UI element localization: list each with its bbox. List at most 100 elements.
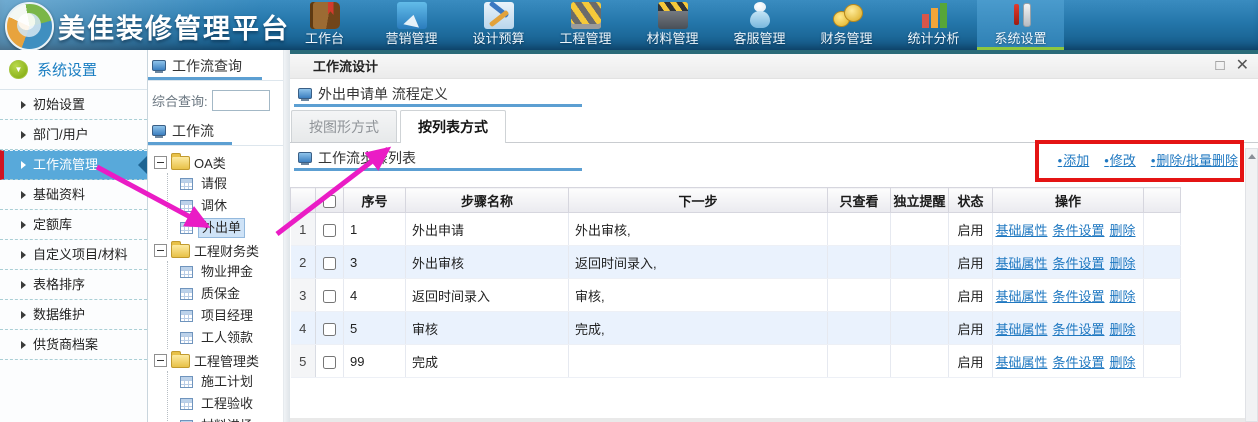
basic-attrs-link[interactable]: 基础属性 [995, 289, 1047, 304]
app-window: 美佳装修管理平台 工作台营销管理设计预算工程管理材料管理客服管理财务管理统计分析… [0, 0, 1258, 422]
tree-item[interactable]: 调休 [168, 195, 283, 217]
edit-link[interactable]: •修改 [1104, 153, 1136, 168]
sidebar-item-label: 自定义项目/材料 [33, 240, 128, 270]
bullet-icon: • [1104, 153, 1109, 168]
tree-item[interactable]: 材料进场 [168, 415, 283, 422]
select-all-checkbox[interactable] [323, 195, 336, 208]
condition-settings-link[interactable]: 条件设置 [1052, 322, 1104, 337]
nav-item-engineering[interactable]: 工程管理 [542, 0, 629, 50]
search-input[interactable] [212, 90, 270, 111]
tree-item[interactable]: 质保金 [168, 283, 283, 305]
triangle-right-icon [21, 101, 26, 109]
add-link[interactable]: •添加 [1058, 153, 1090, 168]
column-header: 操作 [993, 188, 1144, 213]
table-row: 599完成启用基础属性条件设置删除 [291, 345, 1181, 378]
sidebar-item[interactable]: 初始设置 [0, 90, 147, 120]
tree-group[interactable]: 工程财务类 [154, 239, 283, 261]
tree-item[interactable]: 工人领款 [168, 327, 283, 349]
delete-link[interactable]: 删除 [1110, 322, 1136, 337]
workflow-tree-panel: 工作流查询 综合查询: 工作流 OA类请假调休外出单工程财务类物业押金质保金项目… [148, 50, 283, 422]
nav-item-statistics[interactable]: 统计分析 [890, 0, 977, 50]
independent-remind-cell [891, 345, 949, 378]
condition-settings-link[interactable]: 条件设置 [1052, 289, 1104, 304]
step-name-cell: 返回时间录入 [406, 279, 569, 312]
tree-group[interactable]: OA类 [154, 151, 283, 173]
tree-item[interactable]: 工程验收 [168, 393, 283, 415]
maximize-button[interactable]: □ [1216, 57, 1225, 75]
nav-item-design-budget[interactable]: 设计预算 [455, 0, 542, 50]
tree-item[interactable]: 请假 [168, 173, 283, 195]
sidebar-item[interactable]: 工作流管理 [0, 150, 147, 180]
search-label: 综合查询: [152, 91, 208, 110]
row-checkbox[interactable] [323, 356, 336, 369]
nav-item-workbench[interactable]: 工作台 [281, 0, 368, 50]
close-button[interactable]: ✕ [1236, 57, 1249, 75]
row-checkbox[interactable] [323, 323, 336, 336]
row-checkbox[interactable] [323, 224, 336, 237]
collapse-icon[interactable] [154, 156, 167, 169]
sidebar-header[interactable]: ▼ 系统设置 [0, 50, 147, 90]
sidebar-item[interactable]: 表格排序 [0, 270, 147, 300]
delete-link[interactable]: 删除 [1110, 289, 1136, 304]
window-bottom-edge [290, 418, 1245, 422]
sidebar-item[interactable]: 供货商档案 [0, 330, 147, 360]
nav-item-customer-service[interactable]: 客服管理 [716, 0, 803, 50]
collapse-icon[interactable] [154, 354, 167, 367]
table-row: 45审核完成,启用基础属性条件设置删除 [291, 312, 1181, 345]
main-menu: 工作台营销管理设计预算工程管理材料管理客服管理财务管理统计分析系统设置 [281, 0, 1064, 50]
nav-item-system-settings[interactable]: 系统设置 [977, 0, 1064, 50]
condition-settings-link[interactable]: 条件设置 [1052, 223, 1104, 238]
tree-item[interactable]: 外出单 [168, 217, 283, 239]
row-checkbox[interactable] [323, 257, 336, 270]
row-checkbox[interactable] [323, 290, 336, 303]
delete-link[interactable]: 删除 [1110, 256, 1136, 271]
sidebar-item[interactable]: 数据维护 [0, 300, 147, 330]
next-step-cell [569, 345, 828, 378]
tab-graph-mode[interactable]: 按图形方式 [291, 110, 397, 142]
panel-splitter[interactable] [283, 50, 290, 422]
tab-list-mode[interactable]: 按列表方式 [400, 110, 506, 143]
basic-attrs-link[interactable]: 基础属性 [995, 223, 1047, 238]
basic-attrs-link[interactable]: 基础属性 [995, 322, 1047, 337]
sidebar-item[interactable]: 定额库 [0, 210, 147, 240]
finance-icon [832, 2, 862, 29]
tree-group[interactable]: 工程管理类 [154, 349, 283, 371]
condition-settings-link[interactable]: 条件设置 [1052, 256, 1104, 271]
tree-item[interactable]: 施工计划 [168, 371, 283, 393]
sidebar-item-label: 定额库 [33, 210, 72, 240]
triangle-right-icon [21, 191, 26, 199]
engineering-icon [571, 2, 601, 29]
vertical-scrollbar[interactable] [1245, 148, 1258, 422]
condition-settings-link[interactable]: 条件设置 [1052, 355, 1104, 370]
empty-cell [1144, 279, 1181, 312]
delete-link[interactable]: 删除 [1110, 223, 1136, 238]
view-mode-tabs: 按图形方式 按列表方式 [290, 110, 1258, 143]
panel-underline [294, 104, 582, 107]
basic-attrs-link[interactable]: 基础属性 [995, 355, 1047, 370]
sidebar-item[interactable]: 基础资料 [0, 180, 147, 210]
triangle-right-icon [21, 251, 26, 259]
checkbox-cell [316, 312, 344, 345]
tree-group-label: 工程财务类 [194, 241, 259, 260]
operations-cell: 基础属性条件设置删除 [993, 246, 1144, 279]
tree-item-label: 项目经理 [198, 307, 256, 325]
delete-batch-delete-link[interactable]: •删除/批量删除 [1151, 153, 1238, 168]
tree-item[interactable]: 项目经理 [168, 305, 283, 327]
sidebar-item[interactable]: 部门/用户 [0, 120, 147, 150]
nav-item-material[interactable]: 材料管理 [629, 0, 716, 50]
monitor-icon [298, 88, 312, 101]
triangle-right-icon [21, 221, 26, 229]
nav-item-marketing[interactable]: 营销管理 [368, 0, 455, 50]
tree-item-label: 质保金 [198, 285, 243, 303]
table-icon [180, 376, 193, 388]
marketing-icon [397, 2, 427, 29]
nav-item-finance[interactable]: 财务管理 [803, 0, 890, 50]
row-number-cell: 5 [291, 345, 316, 378]
sidebar-item-label: 数据维护 [33, 300, 85, 330]
tree-item[interactable]: 物业押金 [168, 261, 283, 283]
delete-link[interactable]: 删除 [1110, 355, 1136, 370]
sidebar-item[interactable]: 自定义项目/材料 [0, 240, 147, 270]
table-icon [180, 222, 193, 234]
collapse-icon[interactable] [154, 244, 167, 257]
basic-attrs-link[interactable]: 基础属性 [995, 256, 1047, 271]
